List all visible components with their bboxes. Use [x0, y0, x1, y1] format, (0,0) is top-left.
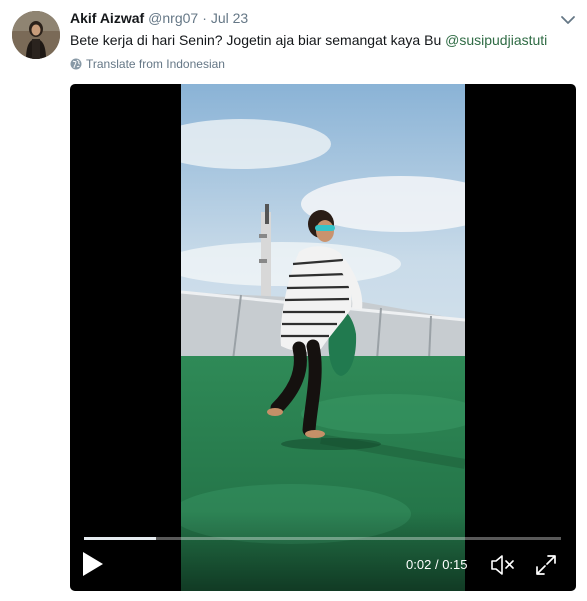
mention-link[interactable]: @susipudjiastuti	[445, 32, 547, 48]
tweet-card[interactable]: Akif Aizwaf @nrg07 · Jul 23 Bete kerja d…	[0, 0, 587, 601]
duration: 0:15	[442, 557, 468, 572]
author-username[interactable]: @nrg07	[148, 10, 198, 26]
tweet-timestamp[interactable]: Jul 23	[211, 10, 248, 26]
speaker-muted-icon	[491, 555, 514, 575]
author-fullname[interactable]: Akif Aizwaf	[70, 10, 144, 26]
user-avatar-image	[12, 11, 60, 59]
translate-label: Translate from Indonesian	[86, 57, 225, 71]
fullscreen-button[interactable]	[534, 553, 558, 577]
tweet-text: Bete kerja di hari Senin? Jogetin aja bi…	[70, 31, 547, 49]
fullscreen-icon	[536, 555, 556, 575]
separator-dot: ·	[202, 10, 207, 26]
chevron-down-icon[interactable]	[560, 13, 576, 25]
tweet-header: Akif Aizwaf @nrg07 · Jul 23	[70, 10, 248, 30]
play-icon	[83, 552, 103, 576]
controls-overlay	[70, 511, 576, 591]
current-time: 0:02	[406, 557, 432, 572]
globe-icon	[70, 58, 82, 70]
avatar[interactable]	[12, 11, 60, 59]
progress-fill	[84, 537, 156, 540]
play-button[interactable]	[80, 550, 106, 578]
time-display: 0:02 / 0:15	[406, 557, 468, 572]
time-separator: /	[434, 557, 439, 572]
tweet-text-body: Bete kerja di hari Senin? Jogetin aja bi…	[70, 32, 446, 48]
translate-link[interactable]: Translate from Indonesian	[70, 57, 225, 71]
mute-button[interactable]	[490, 554, 516, 576]
progress-bar[interactable]	[84, 537, 561, 540]
video-player[interactable]: 0:02 / 0:15	[70, 84, 576, 591]
